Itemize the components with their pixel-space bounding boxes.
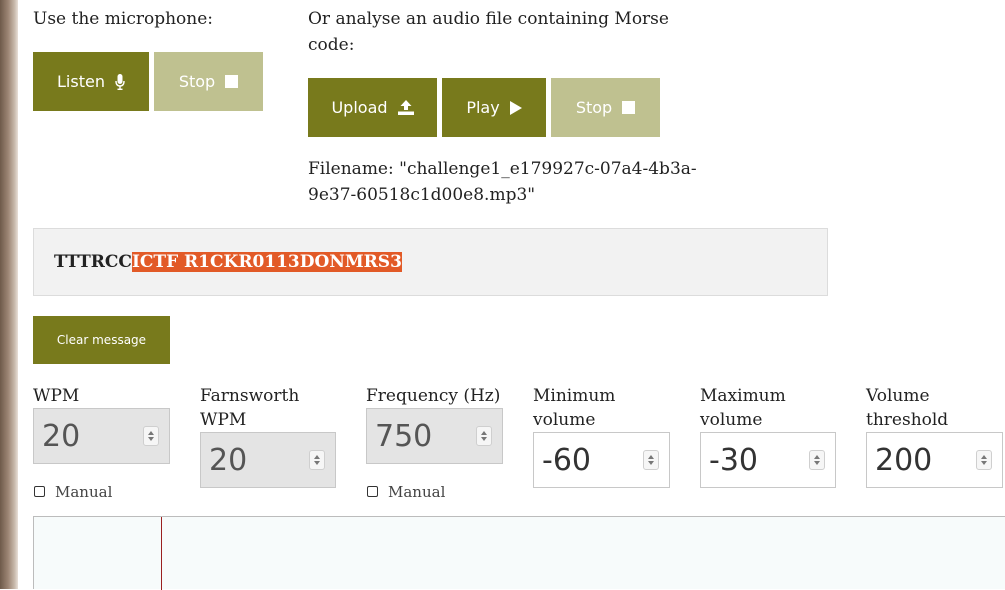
min-volume-label-line2: volume — [533, 410, 596, 430]
min-volume-input[interactable]: -60 — [533, 432, 670, 488]
farnsworth-input: 20 — [200, 432, 336, 488]
spectrogram-canvas — [33, 516, 1005, 590]
min-volume-value: -60 — [542, 442, 591, 478]
threshold-label-line1: Volume — [866, 386, 930, 406]
file-prompt-line2: code: — [308, 35, 355, 55]
farnsworth-label-line2: WPM — [200, 410, 247, 430]
play-icon — [509, 100, 522, 115]
wpm-input: 20 — [33, 408, 170, 464]
file-stop-label: Stop — [575, 98, 613, 117]
play-button[interactable]: Play — [442, 78, 546, 137]
microphone-icon — [115, 73, 125, 90]
playback-cursor-line — [161, 517, 162, 590]
play-label: Play — [466, 98, 500, 117]
stop-square-icon — [622, 101, 636, 114]
min-volume-spinner[interactable] — [643, 450, 659, 470]
frequency-value: 750 — [375, 418, 433, 454]
max-volume-spinner[interactable] — [809, 450, 825, 470]
frequency-manual-label: Manual — [388, 483, 446, 501]
frequency-manual-checkbox[interactable] — [367, 486, 378, 497]
file-stop-button[interactable]: Stop — [551, 78, 660, 137]
upload-icon — [397, 100, 414, 115]
frequency-label: Frequency (Hz) — [366, 386, 501, 406]
threshold-input[interactable]: 200 — [866, 432, 1003, 488]
farnsworth-label-line1: Farnsworth — [200, 386, 300, 406]
wpm-manual-label: Manual — [55, 483, 113, 501]
threshold-label-line2: threshold — [866, 410, 949, 430]
clear-message-button[interactable]: Clear message — [33, 316, 170, 364]
max-volume-label-line1: Maximum — [700, 386, 786, 406]
wpm-label: WPM — [33, 386, 80, 406]
decoded-message-box: TTTRCCICTF R1CKR0113DONMRS3 — [33, 228, 828, 296]
wpm-spinner — [143, 426, 159, 446]
filename-line1: Filename: "challenge1_e179927c-07a4-4b3a… — [308, 159, 697, 179]
frequency-input: 750 — [366, 408, 503, 464]
wpm-value: 20 — [42, 418, 81, 454]
min-volume-label-line1: Minimum — [533, 386, 616, 406]
mic-stop-button[interactable]: Stop — [154, 52, 263, 111]
frequency-spinner — [476, 426, 492, 446]
file-prompt-line1: Or analyse an audio file containing Mors… — [308, 9, 669, 29]
farnsworth-spinner — [309, 450, 325, 470]
decoded-message-plain: TTTRCC — [54, 252, 132, 272]
farnsworth-value: 20 — [209, 442, 248, 478]
max-volume-input[interactable]: -30 — [700, 432, 836, 488]
listen-button[interactable]: Listen — [33, 52, 149, 111]
wpm-manual-checkbox[interactable] — [34, 486, 45, 497]
threshold-value: 200 — [875, 442, 933, 478]
decoded-message: TTTRCCICTF R1CKR0113DONMRS3 — [54, 251, 402, 273]
decoded-message-highlighted: ICTF R1CKR0113DONMRS3 — [131, 252, 402, 272]
clear-message-label: Clear message — [56, 333, 147, 347]
mic-stop-label: Stop — [178, 72, 216, 91]
microphone-prompt: Use the microphone: — [33, 9, 214, 29]
listen-label: Listen — [57, 72, 105, 91]
threshold-spinner[interactable] — [976, 450, 992, 470]
max-volume-value: -30 — [709, 442, 758, 478]
upload-label: Upload — [331, 98, 388, 117]
stop-square-icon — [225, 75, 239, 88]
window-edge — [0, 0, 18, 589]
filename-line2: 9e37-60518c1d00e8.mp3" — [308, 185, 536, 205]
max-volume-label-line2: volume — [700, 410, 763, 430]
upload-button[interactable]: Upload — [308, 78, 437, 137]
